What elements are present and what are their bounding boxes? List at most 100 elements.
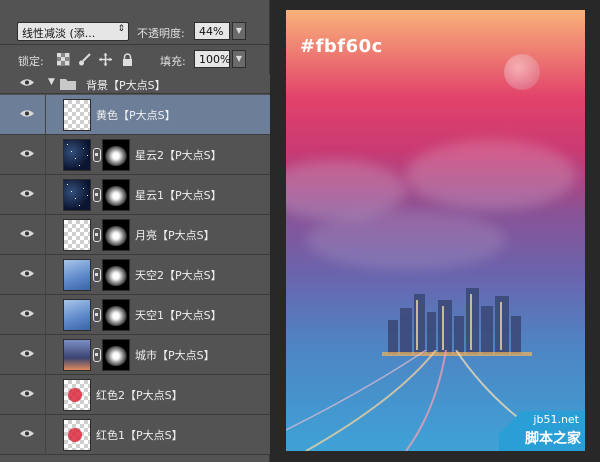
cloud-shape bbox=[306, 210, 506, 270]
layer-thumbnail[interactable] bbox=[63, 99, 91, 131]
lock-all-icon[interactable] bbox=[121, 53, 134, 66]
divider bbox=[45, 375, 46, 415]
layer-row[interactable]: 红色1【P大点S】 bbox=[0, 415, 270, 455]
star-dot bbox=[87, 195, 88, 196]
layer-row[interactable]: 城市【P大点S】 bbox=[0, 335, 270, 375]
chain-link-icon[interactable] bbox=[93, 348, 101, 362]
city-skyline-graphic bbox=[382, 288, 532, 356]
divider bbox=[45, 215, 46, 255]
layer-row[interactable]: 月亮【P大点S】 bbox=[0, 215, 270, 255]
blend-mode-value: 线性减淡 (添... bbox=[22, 27, 96, 40]
visibility-eye-icon[interactable] bbox=[20, 269, 34, 278]
star-dot bbox=[67, 184, 68, 185]
layer-row[interactable]: 红色2【P大点S】 bbox=[0, 375, 270, 415]
fill-input[interactable]: 100% bbox=[194, 50, 230, 68]
layer-thumbnail[interactable] bbox=[63, 419, 91, 451]
group-name: 背景【P大点S】 bbox=[86, 79, 166, 92]
star-dot bbox=[71, 191, 72, 192]
mask-shape bbox=[105, 186, 127, 206]
fill-label: 填充: bbox=[160, 55, 186, 68]
layer-row[interactable]: 天空1【P大点S】 bbox=[0, 295, 270, 335]
layer-name: 红色2【P大点S】 bbox=[96, 389, 183, 402]
lock-position-move-icon[interactable] bbox=[99, 53, 112, 66]
chain-link-icon[interactable] bbox=[93, 188, 101, 202]
canvas-area[interactable]: #fbf60c jb51.net 脚本之家 bbox=[270, 0, 600, 462]
color-hex-label: #fbf60c bbox=[300, 36, 383, 57]
layer-row[interactable]: 星云2【P大点S】 bbox=[0, 135, 270, 175]
visibility-eye-icon[interactable] bbox=[20, 78, 34, 87]
layer-mask-thumbnail[interactable] bbox=[102, 179, 130, 211]
layer-thumbnail[interactable] bbox=[63, 219, 91, 251]
chain-link-icon[interactable] bbox=[93, 308, 101, 322]
mask-shape bbox=[105, 226, 127, 246]
divider bbox=[45, 335, 46, 375]
lock-transparency-icon[interactable] bbox=[57, 53, 70, 66]
mask-shape bbox=[105, 146, 127, 166]
layer-name: 月亮【P大点S】 bbox=[135, 229, 215, 242]
layer-mask-thumbnail[interactable] bbox=[102, 139, 130, 171]
chain-link-icon[interactable] bbox=[93, 148, 101, 162]
chevron-updown-icon: ⇕ bbox=[117, 24, 125, 34]
divider bbox=[0, 44, 270, 45]
layers-panel: 线性减淡 (添... ⇕ 不透明度: 44% ▼ 锁定: 填充: 100% ▼ … bbox=[0, 0, 270, 462]
mask-shape bbox=[105, 346, 127, 366]
layer-thumbnail[interactable] bbox=[63, 139, 91, 171]
layer-name: 天空2【P大点S】 bbox=[135, 269, 222, 282]
star-dot bbox=[71, 151, 72, 152]
lock-label: 锁定: bbox=[18, 55, 44, 68]
star-dot bbox=[83, 188, 84, 189]
layer-name: 城市【P大点S】 bbox=[135, 349, 215, 362]
star-dot bbox=[83, 148, 84, 149]
star-dot bbox=[87, 155, 88, 156]
lock-pixels-brush-icon[interactable] bbox=[78, 53, 91, 66]
fill-dropdown-icon[interactable]: ▼ bbox=[232, 50, 246, 68]
star-dot bbox=[75, 158, 76, 159]
visibility-eye-icon[interactable] bbox=[20, 389, 34, 398]
moon-shape bbox=[504, 54, 540, 90]
group-expand-arrow-icon[interactable]: ▼ bbox=[48, 77, 55, 87]
divider bbox=[45, 95, 46, 135]
layer-name: 黄色【P大点S】 bbox=[96, 109, 176, 122]
layer-row[interactable]: 黄色【P大点S】 bbox=[0, 95, 270, 135]
visibility-eye-icon[interactable] bbox=[20, 149, 34, 158]
layer-thumbnail[interactable] bbox=[63, 299, 91, 331]
layer-row[interactable]: 天空2【P大点S】 bbox=[0, 255, 270, 295]
layer-thumbnail[interactable] bbox=[63, 379, 91, 411]
layer-name: 天空1【P大点S】 bbox=[135, 309, 222, 322]
layer-mask-thumbnail[interactable] bbox=[102, 339, 130, 371]
layer-mask-thumbnail[interactable] bbox=[102, 219, 130, 251]
visibility-eye-icon[interactable] bbox=[20, 429, 34, 438]
visibility-eye-icon[interactable] bbox=[20, 309, 34, 318]
layer-name: 星云1【P大点S】 bbox=[135, 189, 222, 202]
cloud-shape bbox=[406, 140, 576, 210]
opacity-input[interactable]: 44% bbox=[194, 22, 230, 40]
layer-thumbnail[interactable] bbox=[63, 259, 91, 291]
layer-group-row[interactable]: ▼ 背景【P大点S】 bbox=[0, 74, 270, 94]
divider bbox=[45, 175, 46, 215]
layer-thumbnail[interactable] bbox=[63, 339, 91, 371]
visibility-eye-icon[interactable] bbox=[20, 229, 34, 238]
layer-mask-thumbnail[interactable] bbox=[102, 259, 130, 291]
opacity-dropdown-icon[interactable]: ▼ bbox=[232, 22, 246, 40]
mask-shape bbox=[105, 306, 127, 326]
chain-link-icon[interactable] bbox=[93, 268, 101, 282]
divider bbox=[45, 295, 46, 335]
visibility-eye-icon[interactable] bbox=[20, 349, 34, 358]
watermark-domain: jb51.net bbox=[533, 413, 579, 426]
mask-shape bbox=[105, 266, 127, 286]
layer-thumbnail[interactable] bbox=[63, 179, 91, 211]
visibility-eye-icon[interactable] bbox=[20, 109, 34, 118]
layer-mask-thumbnail[interactable] bbox=[102, 299, 130, 331]
layer-name: 星云2【P大点S】 bbox=[135, 149, 222, 162]
red-blob-shape bbox=[68, 388, 82, 402]
watermark-site-name: 脚本之家 bbox=[525, 431, 581, 447]
chain-link-icon[interactable] bbox=[93, 228, 101, 242]
watermark: jb51.net 脚本之家 bbox=[499, 411, 585, 451]
divider bbox=[45, 135, 46, 175]
blend-mode-select[interactable]: 线性减淡 (添... ⇕ bbox=[17, 22, 129, 41]
folder-icon bbox=[60, 79, 76, 90]
visibility-eye-icon[interactable] bbox=[20, 189, 34, 198]
divider bbox=[45, 415, 46, 455]
star-dot bbox=[75, 198, 76, 199]
layer-row[interactable]: 星云1【P大点S】 bbox=[0, 175, 270, 215]
